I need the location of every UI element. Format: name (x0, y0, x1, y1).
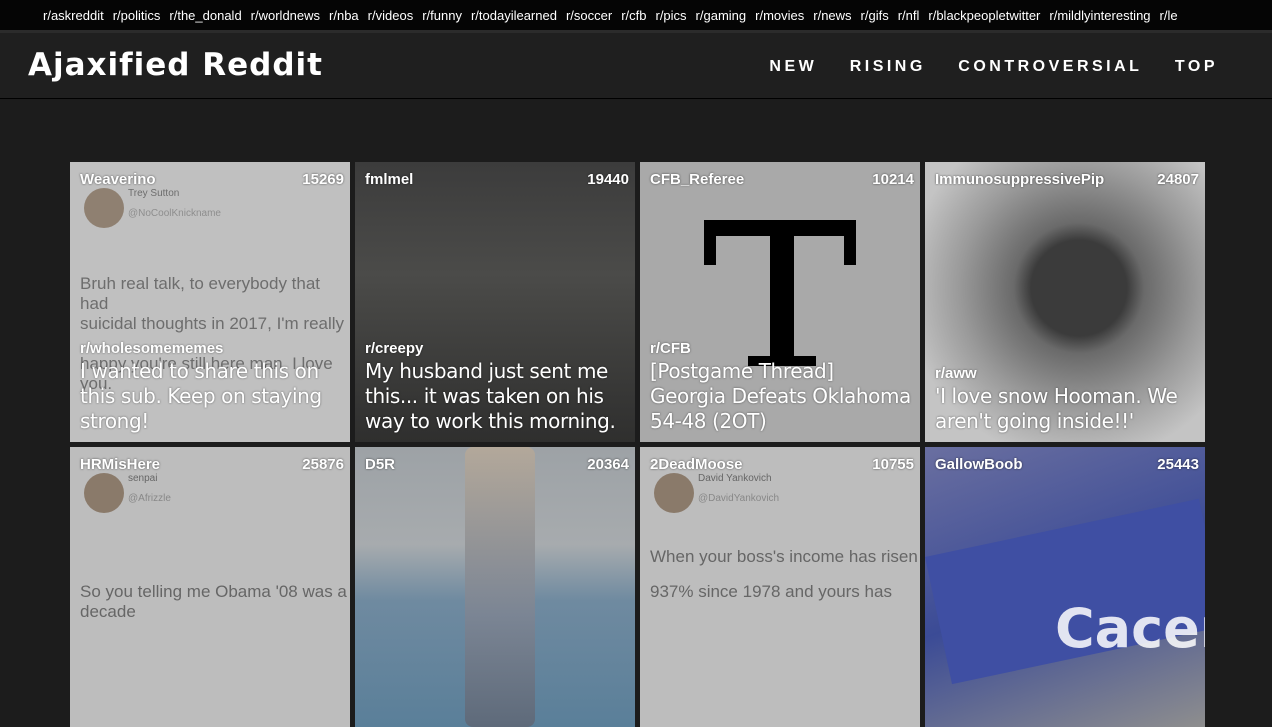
subreddit-link[interactable]: r/news (813, 0, 851, 30)
post-meta: Weaverino 15269 (80, 171, 344, 188)
post-caption: r/wholesomememes I wanted to share this … (80, 340, 342, 434)
subreddit-link[interactable]: r/nfl (898, 0, 920, 30)
post-card[interactable]: Trey Sutton @NoCoolKnickname Bruh real t… (70, 162, 350, 442)
subreddit-link[interactable]: r/mildlyinteresting (1049, 0, 1150, 30)
subreddit-link[interactable]: r/politics (113, 0, 161, 30)
post-title[interactable]: My husband just sent me this... it was t… (365, 359, 627, 434)
post-thumbnail: Cacem (925, 447, 1205, 727)
logo-t-serif (704, 220, 716, 265)
post-subreddit[interactable]: r/aww (935, 365, 1197, 382)
post-title[interactable]: I wanted to share this on this sub. Keep… (80, 359, 342, 434)
avatar (84, 473, 124, 513)
post-score: 25443 (1157, 456, 1199, 473)
subreddit-link[interactable]: r/soccer (566, 0, 612, 30)
post-meta: D5R 20364 (365, 456, 629, 473)
subreddit-link[interactable]: r/todayilearned (471, 0, 557, 30)
post-meta: fmlmel 19440 (365, 171, 629, 188)
post-subreddit[interactable]: r/creepy (365, 340, 627, 357)
post-title[interactable]: 'I love snow Hooman. We aren't going ins… (935, 384, 1197, 434)
post-meta: ImmunosuppressivePip 24807 (935, 171, 1199, 188)
tweet-name: senpai (128, 473, 158, 484)
subreddit-link[interactable]: r/funny (422, 0, 462, 30)
post-subreddit[interactable]: r/wholesomememes (80, 340, 342, 357)
post-caption: r/aww 'I love snow Hooman. We aren't goi… (935, 365, 1197, 434)
nav-top[interactable]: TOP (1175, 58, 1218, 75)
tweet-handle: @Afrizzle (128, 493, 171, 504)
post-card[interactable]: CFB_Referee 10214 r/CFB [Postgame Thread… (640, 162, 920, 442)
sort-nav: NEW RISING CONTROVERSIAL TOP (741, 58, 1218, 76)
post-card[interactable]: senpai @Afrizzle So you telling me Obama… (70, 447, 350, 727)
post-card[interactable]: D5R 20364 (355, 447, 635, 727)
post-score: 10755 (872, 456, 914, 473)
post-score: 15269 (302, 171, 344, 188)
site-header: Ajaxified Reddit NEW RISING CONTROVERSIA… (0, 33, 1272, 99)
tweet-name: David Yankovich (698, 473, 772, 484)
subreddit-link[interactable]: r/the_donald (169, 0, 241, 30)
subreddit-bar: r/askreddit r/politics r/the_donald r/world… (0, 0, 1272, 33)
post-score: 24807 (1157, 171, 1199, 188)
nav-controversial[interactable]: CONTROVERSIAL (958, 58, 1142, 75)
post-author[interactable]: CFB_Referee (650, 171, 744, 188)
subreddit-link[interactable]: r/le (1160, 0, 1178, 30)
subreddit-link[interactable]: r/movies (755, 0, 804, 30)
tweet-handle: @DavidYankovich (698, 493, 780, 504)
subreddit-link[interactable]: r/blackpeopletwitter (928, 0, 1040, 30)
post-meta: 2DeadMoose 10755 (650, 456, 914, 473)
post-card[interactable]: ImmunosuppressivePip 24807 r/aww 'I love… (925, 162, 1205, 442)
nav-rising[interactable]: RISING (850, 58, 926, 75)
subreddit-link[interactable]: r/gaming (696, 0, 747, 30)
logo-t-serif (844, 220, 856, 265)
site-title[interactable]: Ajaxified Reddit (28, 47, 323, 83)
post-author[interactable]: 2DeadMoose (650, 456, 743, 473)
post-author[interactable]: GallowBoob (935, 456, 1023, 473)
post-card[interactable]: fmlmel 19440 r/creepy My husband just se… (355, 162, 635, 442)
post-author[interactable]: ImmunosuppressivePip (935, 171, 1104, 188)
post-score: 10214 (872, 171, 914, 188)
post-author[interactable]: D5R (365, 456, 395, 473)
subreddit-link[interactable]: r/pics (655, 0, 686, 30)
subreddit-link[interactable]: r/nba (329, 0, 359, 30)
post-score: 20364 (587, 456, 629, 473)
post-thumbnail (355, 447, 635, 727)
nav-new[interactable]: NEW (769, 58, 817, 75)
subreddit-link[interactable]: r/worldnews (251, 0, 320, 30)
tweet-text: So you telling me Obama '08 was a decade (80, 582, 347, 621)
subreddit-link[interactable]: r/askreddit (43, 0, 104, 30)
subreddit-link[interactable]: r/gifs (861, 0, 889, 30)
subreddit-link[interactable]: r/cfb (621, 0, 646, 30)
avatar (654, 473, 694, 513)
post-card[interactable]: Cacem GallowBoob 25443 (925, 447, 1205, 727)
tweet-text: When your boss's income has risen (650, 547, 918, 566)
banner-text: Cacem (1055, 597, 1205, 660)
post-meta: GallowBoob 25443 (935, 456, 1199, 473)
post-author[interactable]: Weaverino (80, 171, 156, 188)
person-figure (465, 447, 535, 727)
post-subreddit[interactable]: r/CFB (650, 340, 912, 357)
post-thumbnail: senpai @Afrizzle So you telling me Obama… (70, 447, 350, 727)
post-title[interactable]: [Postgame Thread] Georgia Defeats Oklaho… (650, 359, 912, 434)
post-score: 19440 (587, 171, 629, 188)
post-caption: r/creepy My husband just sent me this...… (365, 340, 627, 434)
post-meta: HRMisHere 25876 (80, 456, 344, 473)
post-score: 25876 (302, 456, 344, 473)
post-meta: CFB_Referee 10214 (650, 171, 914, 188)
post-author[interactable]: fmlmel (365, 171, 413, 188)
subreddit-link[interactable]: r/videos (368, 0, 414, 30)
tweet-text: 937% since 1978 and yours has (650, 582, 892, 601)
post-thumbnail: David Yankovich @DavidYankovich When you… (640, 447, 920, 727)
post-card[interactable]: David Yankovich @DavidYankovich When you… (640, 447, 920, 727)
post-caption: r/CFB [Postgame Thread] Georgia Defeats … (650, 340, 912, 434)
post-author[interactable]: HRMisHere (80, 456, 160, 473)
